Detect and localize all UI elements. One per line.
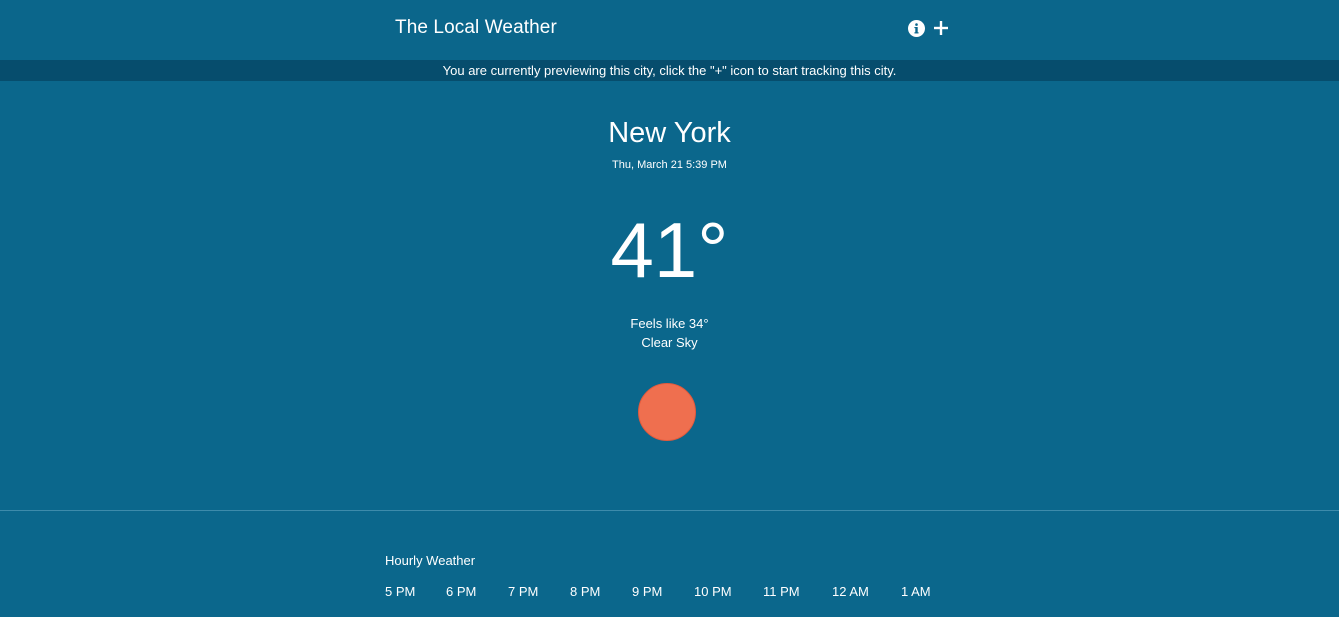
- app-title: The Local Weather: [395, 17, 557, 38]
- hourly-weather-title: Hourly Weather: [385, 553, 476, 568]
- hourly-list: 5 PM 6 PM 7 PM 8 PM 9 PM 10 PM 11 PM 12 AM 1 AM: [385, 584, 941, 600]
- add-city-icon[interactable]: [932, 19, 950, 37]
- info-icon[interactable]: [908, 20, 925, 37]
- hour-item[interactable]: 8 PM: [570, 584, 632, 600]
- current-datetime: Thu, March 21 5:39 PM: [612, 159, 727, 171]
- hour-item[interactable]: 6 PM: [446, 584, 508, 600]
- hour-item[interactable]: 7 PM: [508, 584, 570, 600]
- hour-item[interactable]: 10 PM: [694, 584, 763, 600]
- app-header: The Local Weather: [0, 0, 1339, 60]
- current-temperature: 41°: [610, 206, 729, 294]
- preview-banner: You are currently previewing this city, …: [0, 60, 1339, 81]
- hour-item[interactable]: 5 PM: [385, 584, 446, 600]
- weather-condition: Clear Sky: [641, 335, 698, 350]
- section-divider: [0, 510, 1339, 511]
- hour-item[interactable]: 12 AM: [832, 584, 901, 600]
- hour-item[interactable]: 9 PM: [632, 584, 694, 600]
- hour-item[interactable]: 1 AM: [901, 584, 941, 600]
- sun-icon: [638, 383, 696, 441]
- feels-like: Feels like 34°: [630, 316, 709, 331]
- hour-item[interactable]: 11 PM: [763, 584, 832, 600]
- city-name: New York: [608, 117, 731, 149]
